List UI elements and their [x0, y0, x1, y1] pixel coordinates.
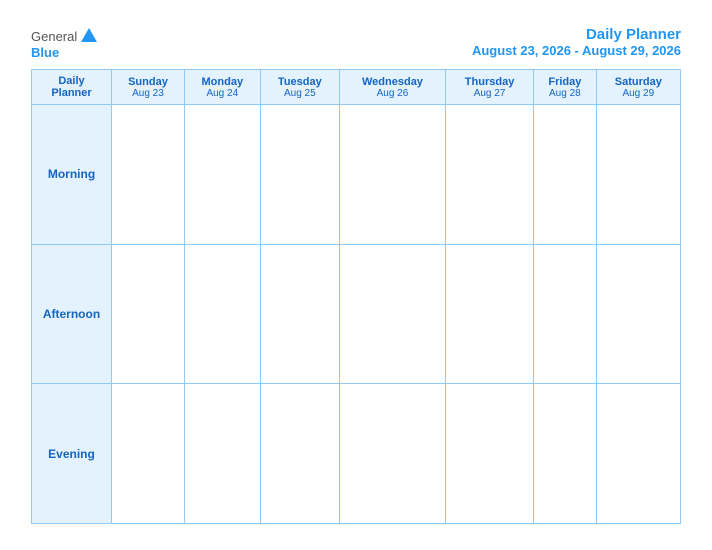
cell-morning-saturday[interactable]	[596, 105, 680, 245]
logo-blue-text: Blue	[31, 46, 59, 59]
cell-morning-sunday[interactable]	[112, 105, 185, 245]
title-block: Daily Planner August 23, 2026 - August 2…	[472, 26, 681, 58]
cell-afternoon-wednesday[interactable]	[339, 244, 445, 384]
cell-morning-thursday[interactable]	[445, 105, 533, 245]
row-label-afternoon: Afternoon	[32, 244, 112, 384]
cell-afternoon-sunday[interactable]	[112, 244, 185, 384]
day-header-saturday: Saturday Aug 29	[596, 70, 680, 105]
cell-evening-saturday[interactable]	[596, 384, 680, 524]
logo-icon	[79, 26, 99, 46]
header: General Blue Daily Planner August 23, 20…	[31, 26, 681, 59]
day-header-monday: Monday Aug 24	[184, 70, 260, 105]
cell-afternoon-monday[interactable]	[184, 244, 260, 384]
cell-evening-thursday[interactable]	[445, 384, 533, 524]
cell-morning-monday[interactable]	[184, 105, 260, 245]
corner-header: Daily Planner	[32, 70, 112, 105]
date-range: August 23, 2026 - August 29, 2026	[472, 43, 681, 58]
cell-morning-tuesday[interactable]	[260, 105, 339, 245]
cell-afternoon-saturday[interactable]	[596, 244, 680, 384]
row-morning: Morning	[32, 105, 681, 245]
row-label-evening: Evening	[32, 384, 112, 524]
cell-afternoon-friday[interactable]	[534, 244, 596, 384]
cell-evening-tuesday[interactable]	[260, 384, 339, 524]
day-header-friday: Friday Aug 28	[534, 70, 596, 105]
day-header-tuesday: Tuesday Aug 25	[260, 70, 339, 105]
cell-afternoon-thursday[interactable]	[445, 244, 533, 384]
day-header-thursday: Thursday Aug 27	[445, 70, 533, 105]
row-afternoon: Afternoon	[32, 244, 681, 384]
row-label-morning: Morning	[32, 105, 112, 245]
calendar-table: Daily Planner Sunday Aug 23 Monday Aug 2…	[31, 69, 681, 524]
day-header-sunday: Sunday Aug 23	[112, 70, 185, 105]
cell-evening-friday[interactable]	[534, 384, 596, 524]
cell-morning-friday[interactable]	[534, 105, 596, 245]
logo-general-text: General	[31, 30, 77, 43]
row-evening: Evening	[32, 384, 681, 524]
cell-afternoon-tuesday[interactable]	[260, 244, 339, 384]
cell-evening-sunday[interactable]	[112, 384, 185, 524]
logo: General Blue	[31, 26, 99, 59]
page: General Blue Daily Planner August 23, 20…	[11, 10, 701, 540]
cell-morning-wednesday[interactable]	[339, 105, 445, 245]
page-title: Daily Planner	[472, 26, 681, 43]
cell-evening-monday[interactable]	[184, 384, 260, 524]
day-header-wednesday: Wednesday Aug 26	[339, 70, 445, 105]
cell-evening-wednesday[interactable]	[339, 384, 445, 524]
